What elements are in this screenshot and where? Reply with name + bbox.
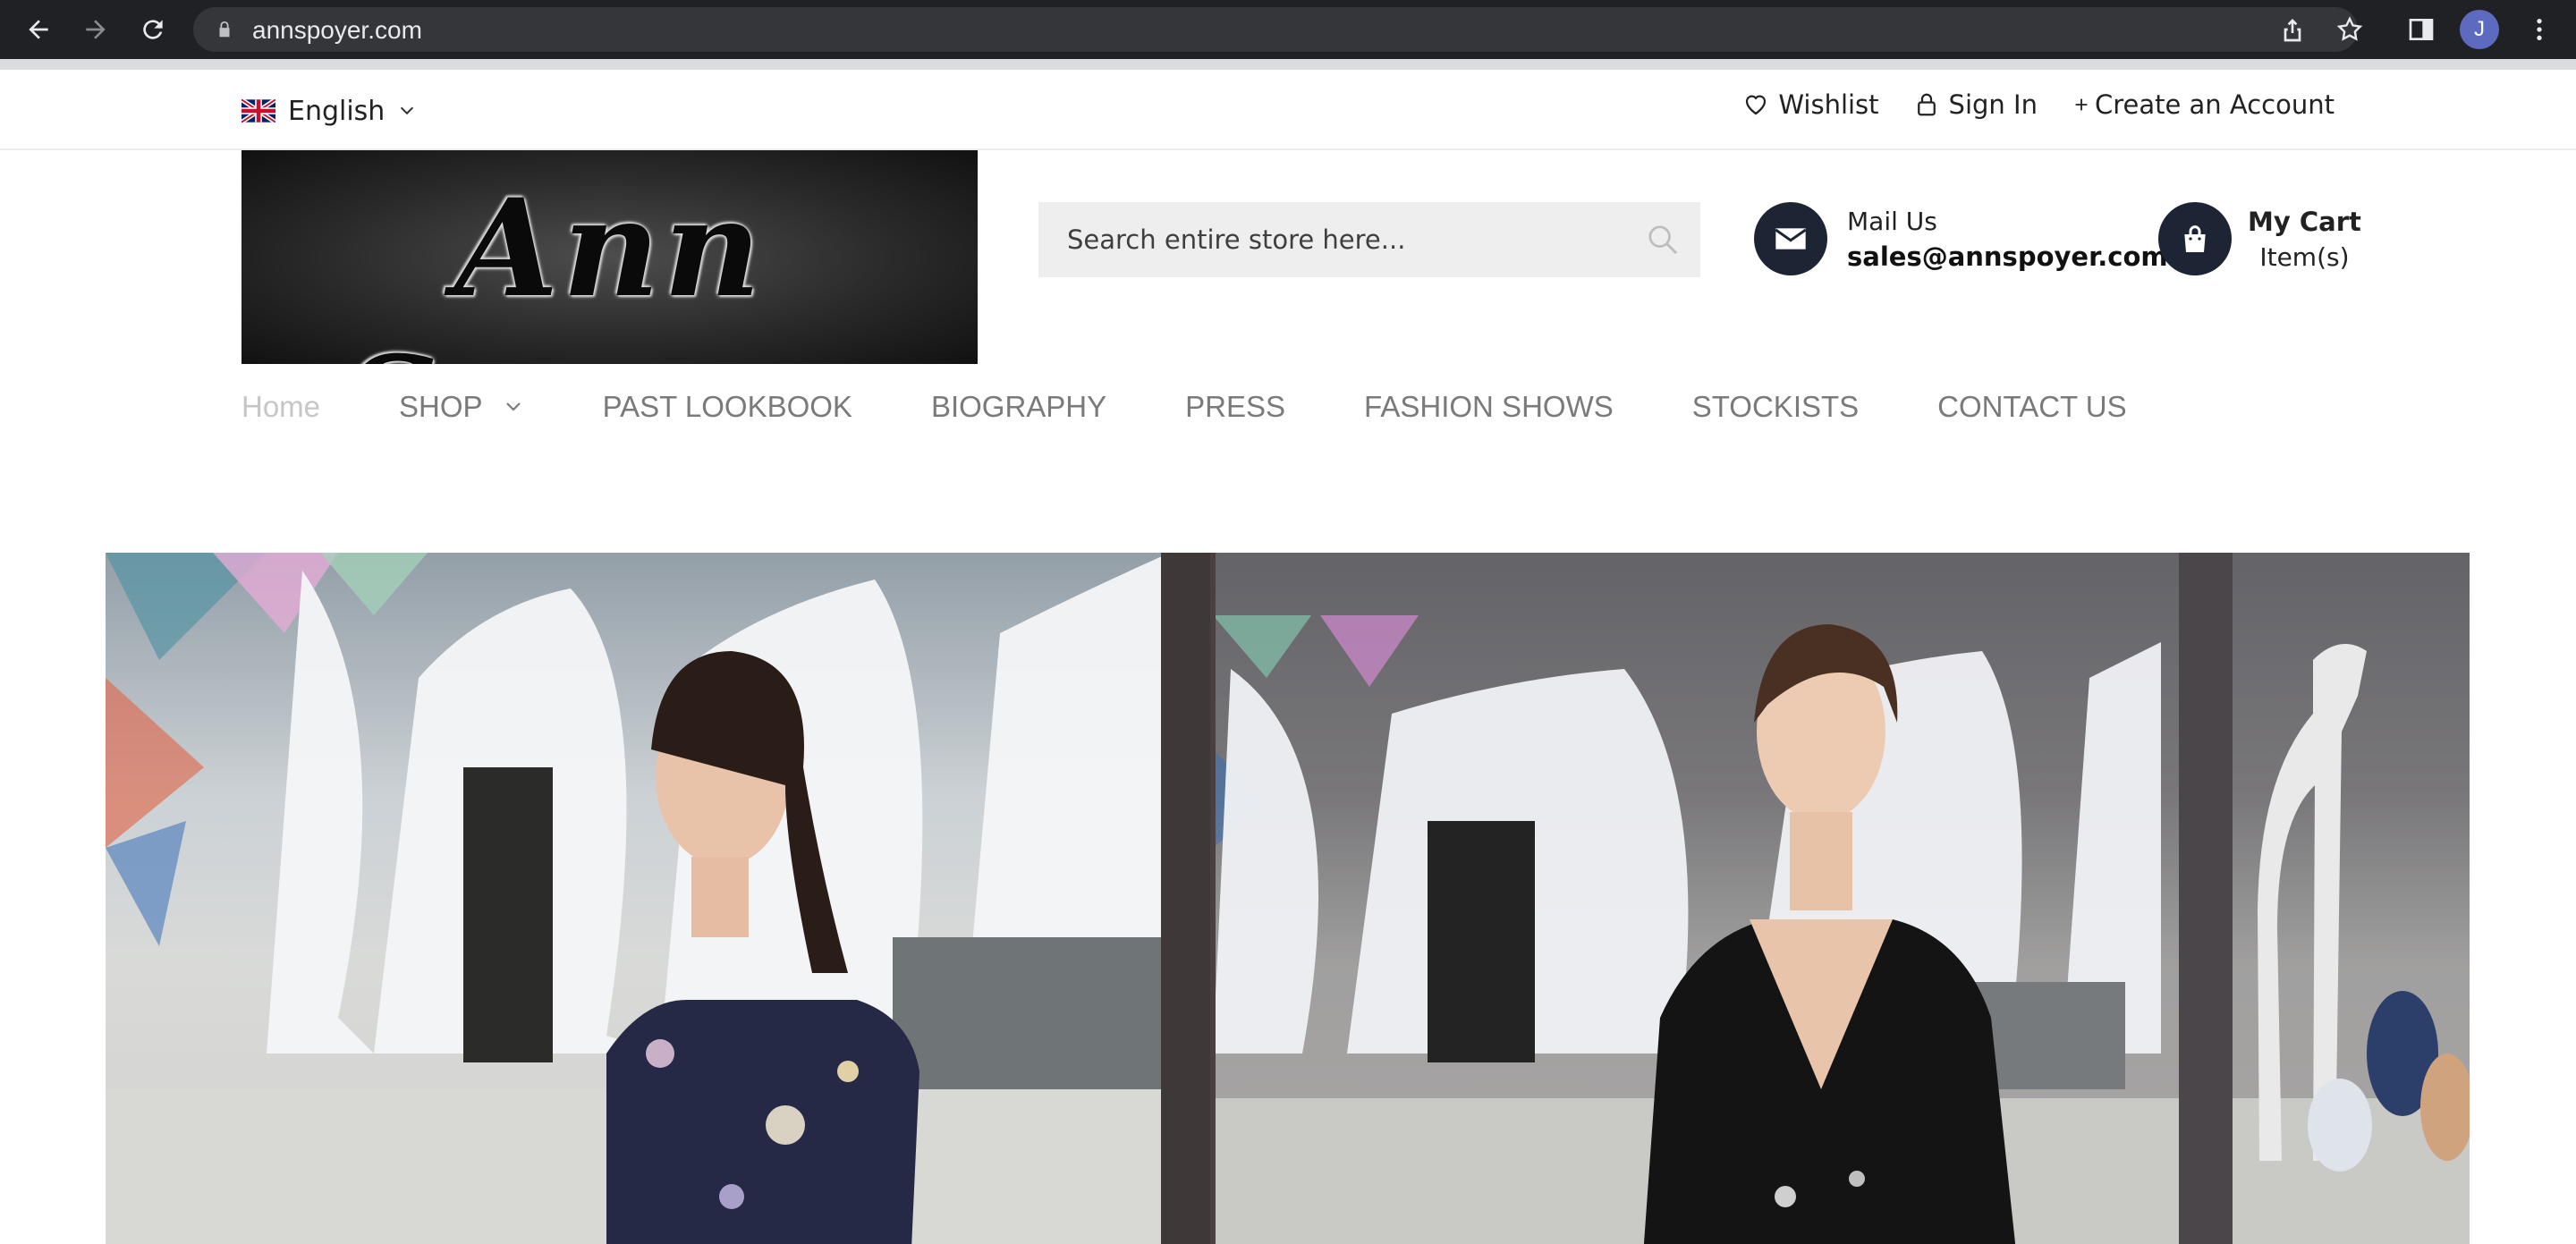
browser-toolbar: annspoyer.com J (0, 0, 2576, 59)
lock-icon (219, 21, 230, 38)
menu-kebab-icon[interactable] (2519, 9, 2560, 50)
create-account-label: Create an Account (2094, 89, 2334, 120)
cart-items: Item(s) (2259, 241, 2350, 272)
hero-banner[interactable] (106, 553, 2470, 1244)
logo-text: Ann Spoyer (342, 170, 874, 364)
nav-label: SHOP (399, 390, 483, 423)
photo-divider (1210, 553, 1216, 1244)
wishlist-link[interactable]: Wishlist (1742, 89, 1879, 120)
site-logo[interactable]: Ann Spoyer (242, 150, 978, 364)
mini-cart[interactable]: My Cart Item(s) (2158, 202, 2361, 275)
uk-flag-icon (242, 99, 275, 123)
share-icon[interactable] (2272, 9, 2313, 50)
nav-label: PRESS (1185, 390, 1286, 423)
nav-shop[interactable]: SHOP (399, 390, 524, 424)
nav-fashion-shows[interactable]: FASHION SHOWS (1364, 390, 1614, 424)
nav-past-lookbook[interactable]: PAST LOOKBOOK (603, 390, 852, 424)
mail-us-block[interactable]: Mail Us sales@annspoyer.com (1754, 202, 2168, 275)
bookmark-star-icon[interactable] (2329, 9, 2370, 50)
url-text: annspoyer.com (252, 16, 422, 44)
hero-photo-left (106, 553, 1213, 1244)
chevron-down-icon (401, 106, 414, 115)
cart-label: My Cart (2248, 206, 2361, 237)
heart-icon (1746, 95, 1767, 115)
wishlist-label: Wishlist (1778, 89, 1879, 120)
nav-press[interactable]: PRESS (1185, 390, 1285, 424)
reload-icon[interactable] (132, 9, 174, 50)
mail-email[interactable]: sales@annspoyer.com (1847, 241, 2168, 272)
lock-user-icon (1917, 93, 1936, 116)
nav-label: BIOGRAPHY (930, 390, 1107, 423)
search-icon[interactable] (1645, 222, 1681, 258)
sign-in-label: Sign In (1948, 89, 2038, 120)
address-bar[interactable]: annspoyer.com (193, 7, 2358, 52)
forward-icon[interactable] (75, 9, 116, 50)
mail-label: Mail Us (1847, 206, 1937, 236)
language-selector[interactable]: English (242, 93, 417, 129)
profile-avatar[interactable]: J (2460, 10, 2499, 49)
nav-label: CONTACT US (1937, 390, 2127, 423)
language-label: English (288, 95, 386, 127)
search-input[interactable] (1038, 202, 1700, 277)
nav-biography[interactable]: BIOGRAPHY (931, 390, 1106, 424)
shopping-bag-icon (2158, 202, 2232, 275)
nav-label: STOCKISTS (1691, 390, 1860, 423)
top-bar: English Wishlist Sign In Create an Accou… (0, 70, 2576, 150)
nav-label: Home (242, 390, 321, 423)
plus-icon (2075, 98, 2088, 111)
runway-scene-left (106, 553, 1213, 1244)
envelope-icon (1754, 202, 1827, 275)
nav-stockists[interactable]: STOCKISTS (1692, 390, 1859, 424)
nav-home[interactable]: Home (242, 390, 320, 424)
search-box (1038, 202, 1700, 277)
account-links: Wishlist Sign In Create an Account (1742, 89, 2334, 120)
side-panel-icon[interactable] (2401, 9, 2442, 50)
back-icon[interactable] (18, 9, 59, 50)
nav-label: FASHION SHOWS (1364, 390, 1614, 423)
hero-photo-right (1213, 553, 2470, 1244)
nav-label: PAST LOOKBOOK (602, 390, 852, 423)
main-navigation: Home SHOP PAST LOOKBOOK BIOGRAPHY PRESS … (242, 390, 2127, 424)
nav-contact-us[interactable]: CONTACT US (1937, 390, 2126, 424)
chevron-down-icon (505, 402, 521, 411)
runway-scene-right (1213, 553, 2470, 1244)
sign-in-link[interactable]: Sign In (1913, 89, 2038, 120)
create-account-link[interactable]: Create an Account (2072, 89, 2334, 120)
page-load-bar (0, 59, 2576, 70)
